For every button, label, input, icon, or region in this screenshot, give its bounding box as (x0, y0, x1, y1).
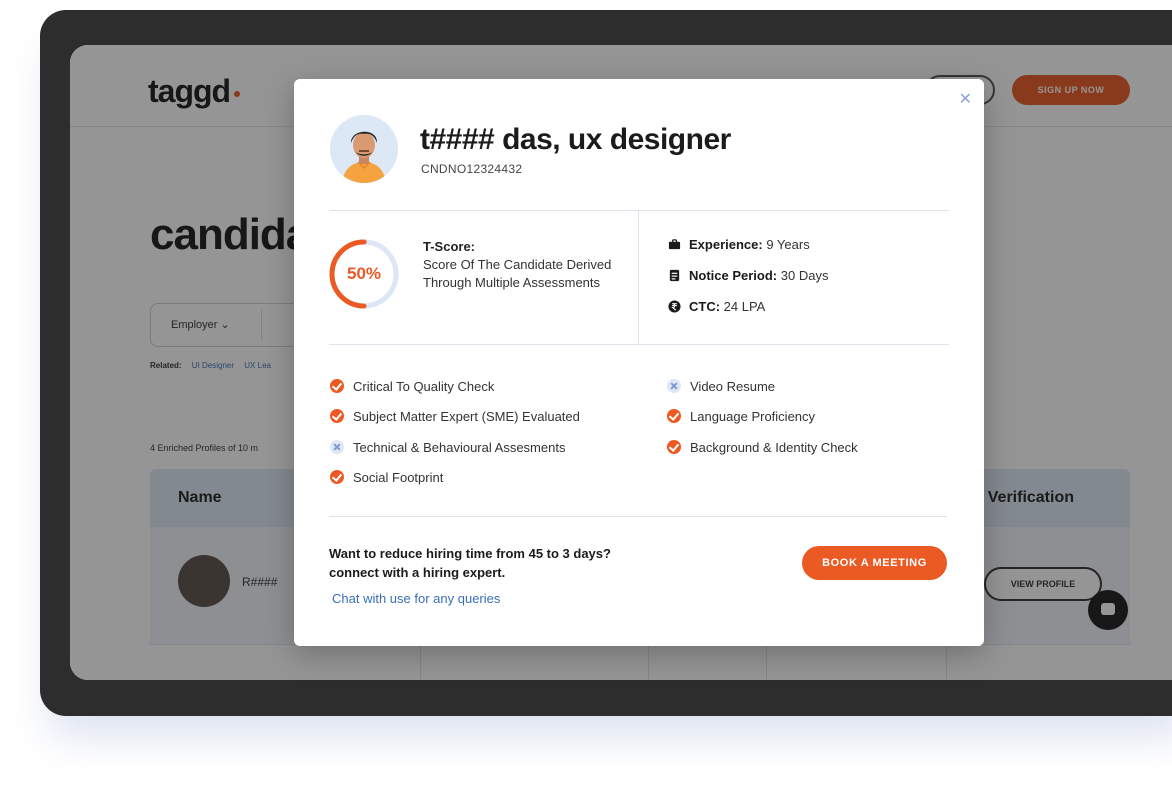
rupee-icon (668, 300, 681, 313)
candidate-id: CNDNO12324432 (421, 162, 523, 176)
check-icon (330, 409, 344, 423)
check-icon (330, 379, 344, 393)
divider (329, 210, 949, 211)
check-icon (667, 409, 681, 423)
close-icon[interactable]: ✕ (959, 89, 972, 109)
check-background-identity: Background & Identity Check (667, 440, 858, 455)
check-sme-evaluated: Subject Matter Expert (SME) Evaluated (330, 409, 580, 424)
cta-headline: Want to reduce hiring time from 45 to 3 … (329, 546, 611, 561)
cta-subline: connect with a hiring expert. (329, 565, 506, 580)
check-technical-behavioural: Technical & Behavioural Assesments (330, 440, 565, 455)
check-icon (330, 470, 344, 484)
chat-link[interactable]: Chat with use for any queries (332, 591, 500, 606)
candidate-modal: ✕ t#### das, ux designer CNDNO12324432 5… (294, 79, 984, 646)
document-icon (669, 269, 680, 282)
experience-row: Experience: 9 Years (668, 237, 810, 252)
vertical-divider (638, 210, 639, 344)
briefcase-icon (668, 239, 681, 250)
book-meeting-button[interactable]: BOOK A MEETING (802, 546, 947, 580)
cross-icon (330, 440, 344, 454)
tscore-percent: 50% (346, 264, 382, 283)
check-icon (667, 440, 681, 454)
tscore-description: Score Of The Candidate Derived Through M… (423, 257, 612, 290)
candidate-avatar (330, 115, 398, 183)
ctc-row: CTC: 24 LPA (668, 299, 765, 314)
notice-period-row: Notice Period: 30 Days (668, 268, 828, 283)
tscore-title: T-Score: (423, 239, 476, 254)
check-video-resume: Video Resume (667, 379, 775, 394)
candidate-name: t#### das, ux designer (420, 123, 731, 156)
cross-icon (667, 379, 681, 393)
divider (329, 516, 947, 517)
check-social-footprint: Social Footprint (330, 470, 443, 485)
check-language-proficiency: Language Proficiency (667, 409, 815, 424)
divider (329, 344, 949, 345)
check-critical-quality: Critical To Quality Check (330, 379, 494, 394)
